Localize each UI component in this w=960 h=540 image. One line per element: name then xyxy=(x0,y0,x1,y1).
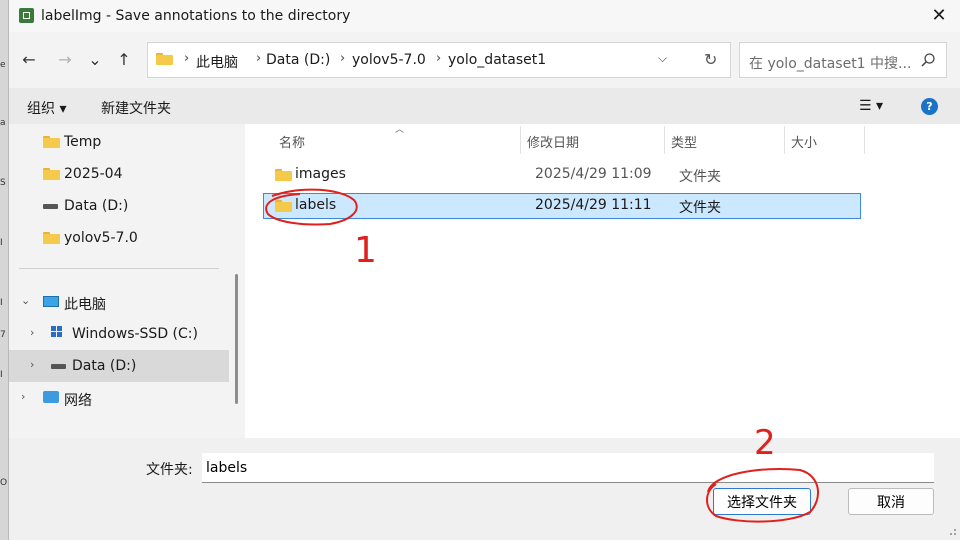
up-folder-button[interactable]: ↑ xyxy=(112,46,136,74)
nav-item-label: Data (D:) xyxy=(72,358,137,374)
computer-icon xyxy=(43,296,59,307)
view-options-icon[interactable]: ☰ ▾ xyxy=(859,98,883,114)
chevron-down-icon[interactable]: ⌄ xyxy=(21,294,30,307)
file-type: 文件夹 xyxy=(679,200,721,216)
nav-item-temp[interactable]: Temp xyxy=(9,126,229,158)
breadcrumb-yolo-dataset1[interactable]: yolo_dataset1 xyxy=(448,52,546,68)
help-icon[interactable]: ? xyxy=(921,98,938,115)
save-directory-dialog: labelImg - Save annotations to the direc… xyxy=(8,0,960,540)
window-title: labelImg - Save annotations to the direc… xyxy=(41,8,351,24)
file-name: labels xyxy=(295,197,337,213)
breadcrumb-yolov5[interactable]: yolov5-7.0 xyxy=(352,52,426,68)
nav-divider xyxy=(19,268,219,269)
network-icon xyxy=(43,391,59,403)
new-folder-button[interactable]: 新建文件夹 xyxy=(101,98,171,118)
drive-icon xyxy=(43,204,58,209)
background-text: I xyxy=(0,298,3,308)
background-text: I xyxy=(0,370,3,380)
background-text: S xyxy=(0,178,6,188)
labelimg-app-icon xyxy=(19,8,34,23)
organize-menu-button[interactable]: 组织 ▾ xyxy=(27,98,66,118)
column-divider[interactable] xyxy=(520,126,521,154)
nav-item-label: Windows-SSD (C:) xyxy=(72,326,198,342)
title-bar[interactable]: labelImg - Save annotations to the direc… xyxy=(9,0,960,32)
close-button[interactable]: ✕ xyxy=(927,4,951,28)
nav-item-label: 2025-04 xyxy=(64,166,123,182)
search-input[interactable]: 在 yolo_dataset1 中搜... xyxy=(749,53,911,73)
nav-item-label: yolov5-7.0 xyxy=(64,230,138,246)
sort-ascending-icon: ︿ xyxy=(395,125,405,135)
navigation-pane: Temp 2025-04 Data (D:) yolov5-7.0 ⌄ 此电脑 … xyxy=(9,124,241,438)
nav-item-label: 此电脑 xyxy=(64,297,106,313)
nav-item-windows-ssd[interactable]: › Windows-SSD (C:) xyxy=(9,318,229,350)
background-text: I xyxy=(0,238,3,248)
file-name: images xyxy=(295,166,346,182)
forward-button[interactable]: → xyxy=(53,46,77,74)
cancel-button[interactable]: 取消 xyxy=(848,488,934,515)
select-folder-button[interactable]: 选择文件夹 xyxy=(713,488,811,515)
folder-icon xyxy=(275,169,292,181)
background-text: O xyxy=(0,478,8,488)
nav-item-data-drive[interactable]: › Data (D:) xyxy=(9,350,229,382)
breadcrumb-separator: › xyxy=(340,51,346,66)
breadcrumb-this-pc[interactable]: 此电脑 xyxy=(196,52,238,72)
chevron-right-icon[interactable]: › xyxy=(21,390,25,403)
chevron-right-icon[interactable]: › xyxy=(30,326,34,339)
breadcrumb-separator: › xyxy=(256,51,262,66)
file-date: 2025/4/29 11:11 xyxy=(535,197,652,213)
nav-item-yolov5[interactable]: yolov5-7.0 xyxy=(9,222,229,254)
nav-item-label: Temp xyxy=(64,134,102,150)
table-row[interactable]: labels 2025/4/29 11:11 文件夹 xyxy=(263,193,861,219)
search-icon[interactable] xyxy=(920,52,936,68)
nav-item-this-pc[interactable]: ⌄ 此电脑 xyxy=(9,286,229,318)
back-button[interactable]: ← xyxy=(17,46,41,74)
folder-icon xyxy=(43,136,60,148)
nav-item-data-drive-quick[interactable]: Data (D:) xyxy=(9,190,229,222)
folder-icon xyxy=(156,53,173,65)
nav-item-label: Data (D:) xyxy=(64,198,129,214)
nav-item-2025-04[interactable]: 2025-04 xyxy=(9,158,229,190)
windows-drive-icon xyxy=(51,326,63,338)
command-bar: 组织 ▾ 新建文件夹 ☰ ▾ ? xyxy=(9,88,960,124)
column-divider[interactable] xyxy=(664,126,665,154)
recent-locations-button[interactable]: ⌄ xyxy=(83,46,107,74)
column-header-size[interactable]: 大小 xyxy=(791,132,817,151)
nav-item-label: 网络 xyxy=(64,393,92,409)
folder-name-input[interactable] xyxy=(202,453,934,483)
search-box[interactable]: 在 yolo_dataset1 中搜... xyxy=(739,42,947,78)
column-divider[interactable] xyxy=(784,126,785,154)
file-list-pane: ︿ 名称 修改日期 类型 大小 images 2025/4/29 11:09 文… xyxy=(245,124,960,438)
drive-icon xyxy=(51,364,66,369)
refresh-icon[interactable]: ↻ xyxy=(704,50,717,69)
file-type: 文件夹 xyxy=(679,169,721,185)
file-date: 2025/4/29 11:09 xyxy=(535,166,652,182)
resize-grip-icon[interactable] xyxy=(947,526,957,536)
nav-item-network[interactable]: › 网络 xyxy=(9,382,229,414)
background-text: 7 xyxy=(0,330,6,340)
address-dropdown-icon[interactable]: ⌵ xyxy=(658,51,667,66)
breadcrumb-separator: › xyxy=(184,51,190,66)
column-header-date[interactable]: 修改日期 xyxy=(527,132,579,151)
column-header-type[interactable]: 类型 xyxy=(671,132,697,151)
breadcrumb-separator: › xyxy=(436,51,442,66)
column-divider[interactable] xyxy=(864,126,865,154)
dialog-footer: 文件夹: 选择文件夹 取消 xyxy=(9,438,960,540)
folder-icon xyxy=(43,168,60,180)
chevron-right-icon[interactable]: › xyxy=(30,358,34,371)
table-row[interactable]: images 2025/4/29 11:09 文件夹 xyxy=(263,162,861,188)
breadcrumb-data-drive[interactable]: Data (D:) xyxy=(266,52,330,68)
address-bar[interactable]: › 此电脑 › Data (D:) › yolov5-7.0 › yolo_da… xyxy=(147,42,731,78)
nav-scrollbar[interactable] xyxy=(235,274,238,404)
folder-icon xyxy=(275,200,292,212)
background-text: e xyxy=(0,60,6,70)
column-header-name[interactable]: 名称 xyxy=(279,132,305,151)
folder-icon xyxy=(43,232,60,244)
background-text: a xyxy=(0,118,6,128)
folder-field-label: 文件夹: xyxy=(146,462,193,478)
